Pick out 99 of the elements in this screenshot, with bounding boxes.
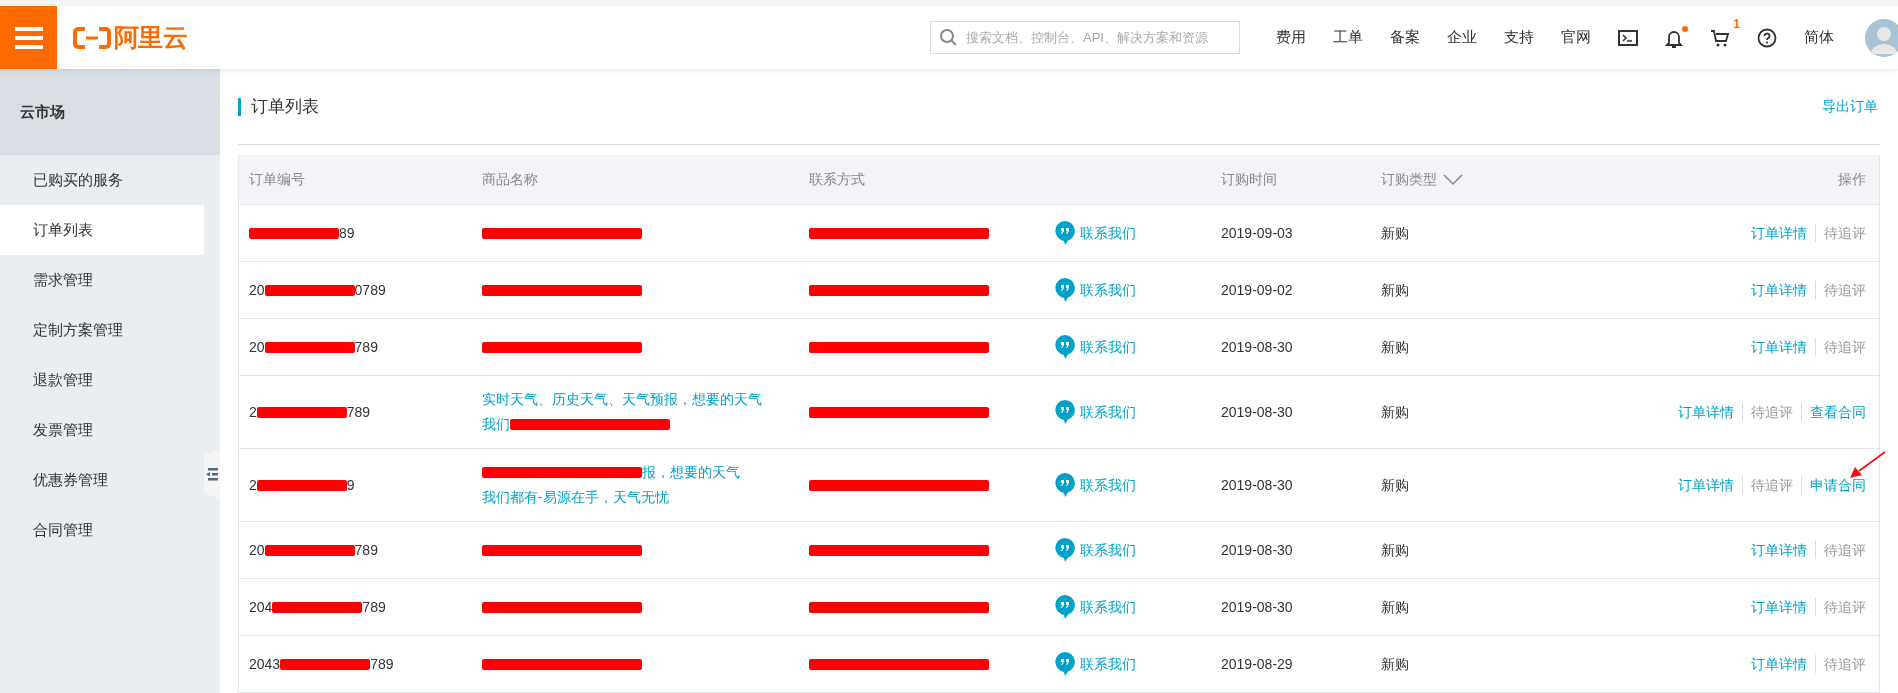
order-number: 204 [249, 597, 273, 617]
action-link[interactable]: 订单详情 [1751, 279, 1807, 301]
action-link[interactable]: 查看合同 [1810, 401, 1866, 423]
date-cell-text: 2019-08-30 [1221, 337, 1293, 357]
cart-count: 1 [1733, 15, 1740, 33]
order-number: 0789 [354, 280, 386, 300]
export-link[interactable]: 导出订单 [1822, 96, 1878, 117]
order-type: 新购 [1381, 654, 1409, 674]
order-type: 新购 [1381, 280, 1409, 300]
nav-link[interactable]: 备案 [1390, 26, 1420, 49]
speech-bubble-icon[interactable] [1055, 538, 1075, 562]
date-cell-text: 2019-08-29 [1221, 654, 1293, 674]
speech-bubble-icon[interactable] [1055, 335, 1075, 359]
action-link[interactable]: 订单详情 [1751, 222, 1807, 244]
order-number: 20 [249, 337, 265, 357]
contact-link[interactable]: 联系我们 [1080, 596, 1136, 618]
avatar-icon[interactable] [1862, 17, 1898, 58]
order-number: 报，想要的天气 [642, 463, 740, 482]
speech-bubble-icon[interactable] [1055, 595, 1075, 619]
review-link[interactable]: 待追评 [1824, 653, 1866, 675]
order-number: 789 [354, 540, 378, 560]
menu-icon[interactable] [14, 26, 43, 49]
review-link[interactable]: 待追评 [1751, 401, 1793, 423]
speech-bubble-icon[interactable] [1055, 278, 1075, 302]
date-cell-text: 2019-09-02 [1221, 280, 1293, 300]
speech-bubble-icon[interactable] [1055, 400, 1075, 424]
action-link[interactable]: 订单详情 [1678, 401, 1734, 423]
search-field[interactable]: 搜索文档、控制台、API、解决方案和资源 [930, 21, 1240, 54]
nav-link[interactable]: 费用 [1276, 26, 1306, 49]
contact-link[interactable]: 联系我们 [1080, 279, 1136, 301]
column-header: 订单编号 [249, 170, 305, 189]
date-cell-text: 2019-09-03 [1221, 223, 1293, 243]
action-link[interactable]: 订单详情 [1751, 336, 1807, 358]
action-link[interactable]: 申请合同 [1810, 474, 1866, 496]
logo-icon[interactable] [73, 26, 111, 49]
order-number: 实时天气、历史天气、天气预报，想要的天气 [482, 390, 762, 409]
nav-link[interactable]: 官网 [1561, 26, 1591, 49]
column-header: 订购时间 [1221, 170, 1277, 189]
order-type: 新购 [1381, 597, 1409, 617]
order-number: 789 [370, 654, 394, 674]
order-number: 789 [346, 402, 371, 422]
collapse-handle[interactable] [204, 449, 220, 499]
page-title: 订单列表 [251, 95, 319, 118]
contact-link[interactable]: 联系我们 [1080, 539, 1136, 561]
order-number: 20 [249, 280, 265, 300]
nav-link[interactable]: 工单 [1333, 26, 1363, 49]
order-number: 789 [362, 597, 386, 617]
contact-link[interactable]: 联系我们 [1080, 222, 1136, 244]
order-number: 89 [339, 223, 355, 243]
order-number: 2 [249, 402, 257, 422]
speech-bubble-icon[interactable] [1055, 473, 1075, 497]
column-header[interactable]: 订购类型 [1381, 169, 1437, 190]
language-link[interactable]: 简体 [1804, 26, 1834, 49]
search-icon[interactable] [939, 28, 957, 46]
action-link[interactable]: 订单详情 [1751, 596, 1807, 618]
date-cell-text: 2019-08-30 [1221, 597, 1293, 617]
logo-text: 阿里云 [114, 21, 188, 53]
contact-link[interactable]: 联系我们 [1080, 653, 1136, 675]
review-link[interactable]: 待追评 [1824, 596, 1866, 618]
action-link[interactable]: 订单详情 [1751, 653, 1807, 675]
help-icon[interactable] [1757, 27, 1777, 48]
sidebar-title: 云市场 [20, 101, 65, 122]
order-number: 2 [249, 475, 257, 495]
order-type: 新购 [1381, 337, 1409, 357]
date-cell-text: 2019-08-30 [1221, 540, 1293, 560]
nav-link[interactable]: 企业 [1447, 26, 1477, 49]
order-type: 新购 [1381, 475, 1409, 495]
review-link[interactable]: 待追评 [1751, 474, 1793, 496]
date-cell-text: 2019-08-30 [1221, 475, 1293, 495]
action-link[interactable]: 订单详情 [1751, 539, 1807, 561]
column-header: 商品名称 [482, 170, 538, 189]
review-link[interactable]: 待追评 [1824, 222, 1866, 244]
contact-link[interactable]: 联系我们 [1080, 474, 1136, 496]
order-number: 20 [249, 540, 265, 560]
chevron-down-icon[interactable] [1443, 173, 1463, 186]
review-link[interactable]: 待追评 [1824, 279, 1866, 301]
menu-button[interactable] [0, 6, 57, 69]
column-header[interactable]: 操作 [1838, 169, 1866, 190]
review-link[interactable]: 待追评 [1824, 539, 1866, 561]
speech-bubble-icon[interactable] [1055, 652, 1075, 676]
action-link[interactable]: 订单详情 [1678, 474, 1734, 496]
cart-icon[interactable] [1710, 28, 1730, 47]
order-number: 我们都有-易源在手，天气无忧 [482, 488, 669, 507]
date-cell-text: 2019-08-30 [1221, 402, 1293, 422]
sidebar-item[interactable]: 订单列表 [0, 205, 204, 255]
order-number: 9 [346, 475, 355, 495]
contact-link[interactable]: 联系我们 [1080, 401, 1136, 423]
nav-link[interactable]: 支持 [1504, 26, 1534, 49]
order-type: 新购 [1381, 402, 1409, 422]
order-type: 新购 [1381, 540, 1409, 560]
column-header: 联系方式 [809, 170, 865, 189]
order-type: 新购 [1381, 223, 1409, 243]
order-number: 我们 [482, 415, 510, 434]
order-number: 789 [354, 337, 378, 357]
contact-link[interactable]: 联系我们 [1080, 336, 1136, 358]
terminal-icon[interactable] [1618, 29, 1638, 46]
review-link[interactable]: 待追评 [1824, 336, 1866, 358]
speech-bubble-icon[interactable] [1055, 221, 1075, 245]
order-number: 2043 [249, 654, 281, 674]
